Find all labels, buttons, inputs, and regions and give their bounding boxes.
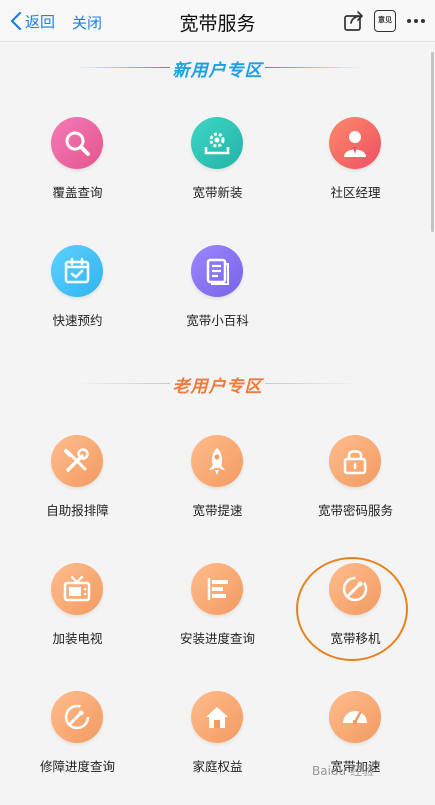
tile-speed-upgrade[interactable]: 宽带提速 <box>145 435 290 555</box>
tile-install-progress[interactable]: 安装进度查询 <box>145 563 290 683</box>
tile-add-tv[interactable]: 加装电视 <box>5 563 150 683</box>
calendar-icon <box>51 245 103 297</box>
divider <box>265 383 361 384</box>
tv-icon <box>51 563 103 615</box>
home-icon <box>191 691 243 743</box>
more-icon[interactable] <box>405 10 427 32</box>
lock-icon <box>329 435 381 487</box>
page-title: 宽带服务 <box>179 13 256 35</box>
old-users-section-header: 老用户专区 <box>0 372 435 397</box>
tile-label: 自助报排障 <box>46 503 109 518</box>
repair-gauge-icon <box>51 691 103 743</box>
progress-icon <box>191 563 243 615</box>
tile-home-benefits[interactable]: 家庭权益 <box>145 691 290 805</box>
tile-label: 家庭权益 <box>192 759 243 774</box>
feedback-label: 意见 <box>378 16 392 24</box>
tile-password-service[interactable]: 宽带密码服务 <box>283 435 428 555</box>
tile-community-manager[interactable]: 社区经理 <box>283 117 428 237</box>
tile-label: 宽带提速 <box>192 503 243 518</box>
tile-label: 快速预约 <box>52 313 103 328</box>
tile-broadband-acceleration[interactable]: 宽带加速 <box>283 691 428 805</box>
tile-repair-progress[interactable]: 修障进度查询 <box>5 691 150 805</box>
rocket-icon <box>191 435 243 487</box>
tile-label: 宽带小百科 <box>186 313 249 328</box>
book-icon <box>191 245 243 297</box>
tile-label: 社区经理 <box>330 185 381 200</box>
new-users-section-header: 新用户专区 <box>0 56 435 81</box>
feedback-icon[interactable]: 意见 <box>374 10 396 32</box>
share-icon[interactable] <box>343 10 365 32</box>
speedometer-icon <box>329 691 381 743</box>
watermark: Baidu 经验 <box>312 764 374 778</box>
magnifier-icon <box>51 117 103 169</box>
tile-label: 宽带密码服务 <box>317 503 393 518</box>
tile-label: 宽带新装 <box>192 185 243 200</box>
tile-label: 修障进度查询 <box>39 759 115 774</box>
gear-install-icon <box>191 117 243 169</box>
scrollbar[interactable] <box>431 52 434 232</box>
tools-icon <box>51 435 103 487</box>
new-users-section-title: 新用户专区 <box>172 61 263 81</box>
tile-label: 安装进度查询 <box>179 631 255 646</box>
tile-broadband-wiki[interactable]: 宽带小百科 <box>145 245 290 365</box>
manager-icon <box>329 117 381 169</box>
tile-self-troubleshoot[interactable]: 自助报排障 <box>5 435 150 555</box>
old-users-section-title: 老用户专区 <box>172 377 263 397</box>
tile-label: 加装电视 <box>52 631 103 646</box>
annotation-highlight-circle <box>296 557 408 661</box>
tile-coverage-query[interactable]: 覆盖查询 <box>5 117 150 237</box>
tile-label: 覆盖查询 <box>52 185 103 200</box>
tile-quick-appointment[interactable]: 快速预约 <box>5 245 150 365</box>
tile-broadband-install[interactable]: 宽带新装 <box>145 117 290 237</box>
divider <box>265 67 361 68</box>
top-bar: 返回 关闭 宽带服务 意见 <box>0 0 435 42</box>
